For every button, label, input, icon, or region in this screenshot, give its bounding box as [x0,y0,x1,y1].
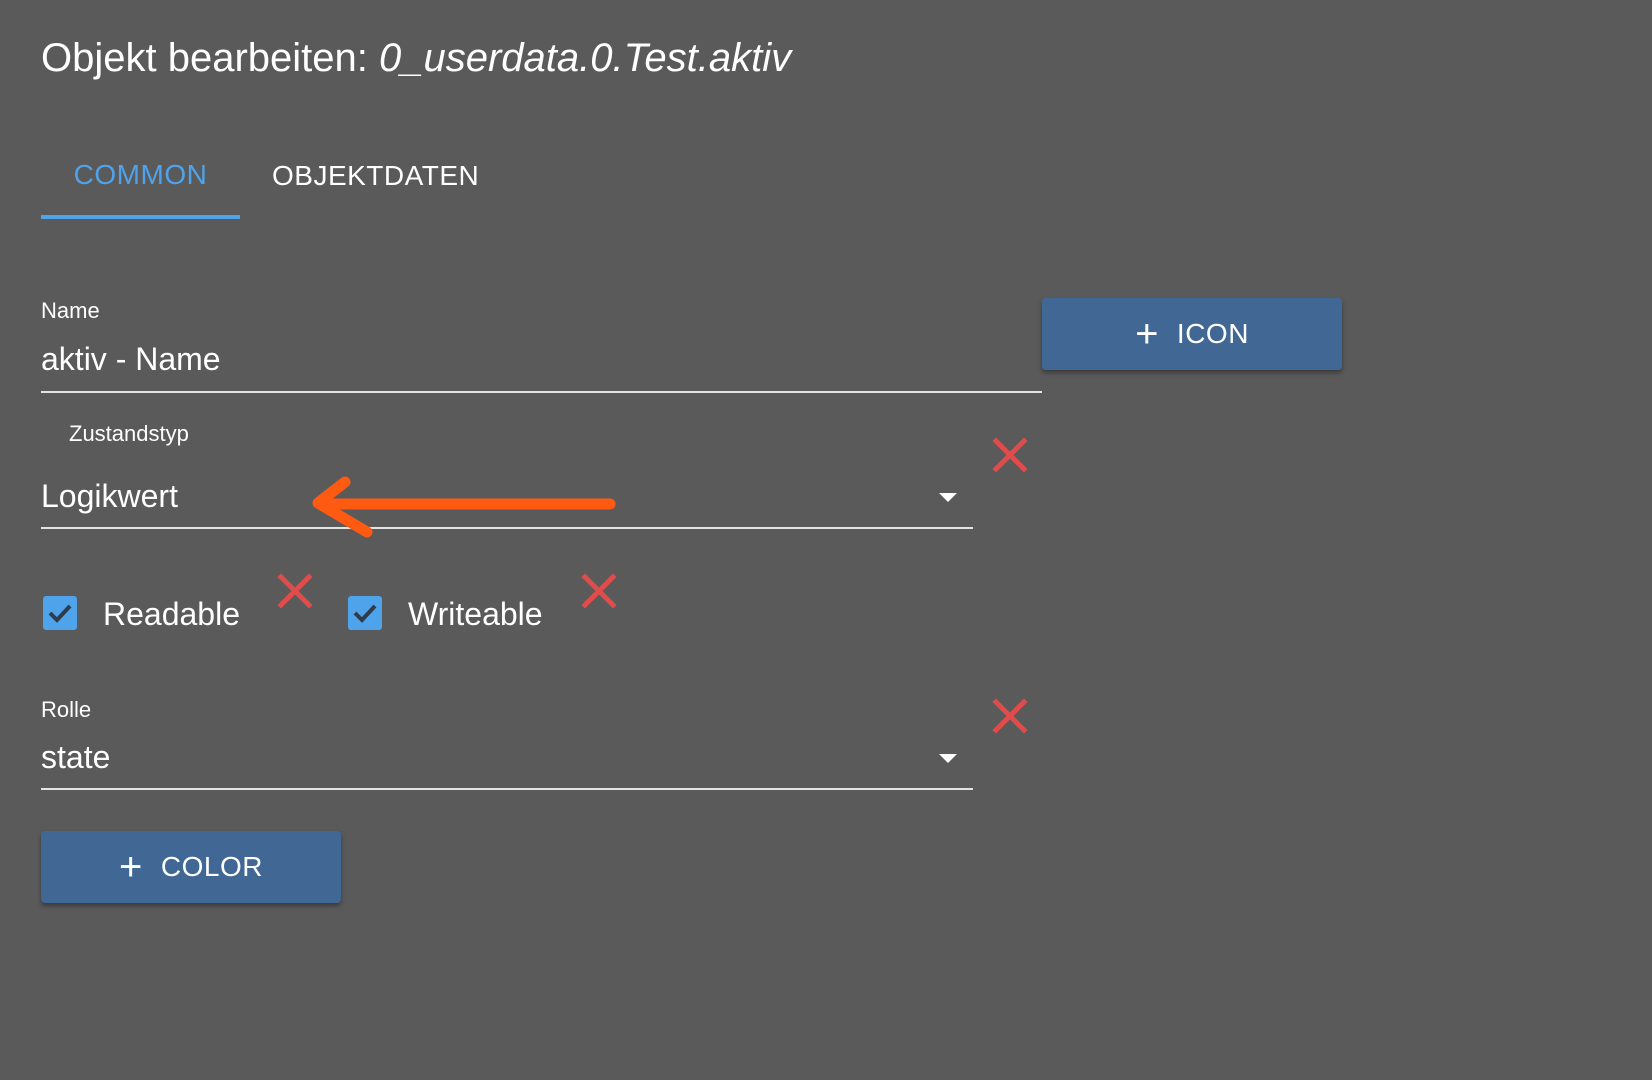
role-label: Rolle [41,697,92,722]
object-id: 0_userdata.0.Test.aktiv [379,36,792,80]
dialog-title-prefix: Objekt bearbeiten: [41,36,379,80]
add-icon-button[interactable]: + ICON [1042,298,1342,370]
add-color-button-label: COLOR [160,851,263,882]
plus-icon: + [119,845,143,889]
role-value[interactable]: state [41,739,110,776]
state-type-label: Zustandstyp [69,421,189,446]
writeable-checkbox[interactable] [348,596,382,630]
add-color-button[interactable]: + COLOR [41,831,341,903]
clear-state-type-close-icon[interactable] [992,437,1028,473]
role-underline [41,788,973,790]
readable-checkbox[interactable] [43,596,77,630]
clear-readable-close-icon[interactable] [277,573,313,609]
name-field-label: Name [41,298,100,323]
writeable-label: Writeable [408,596,543,632]
add-icon-button-label: ICON [1176,318,1249,349]
name-field-value[interactable]: aktiv - Name [41,341,221,378]
tab-common[interactable]: COMMON [41,135,240,219]
caret-down-icon[interactable] [939,493,957,502]
tab-objektdaten[interactable]: OBJEKTDATEN [240,135,511,217]
caret-down-icon[interactable] [939,754,957,763]
checkmark-icon [353,604,377,623]
state-type-value[interactable]: Logikwert [41,478,178,515]
dialog-title: Objekt bearbeiten: 0_userdata.0.Test.akt… [41,34,791,82]
object-edit-dialog: Objekt bearbeiten: 0_userdata.0.Test.akt… [0,0,1652,1080]
tab-bar: COMMON OBJEKTDATEN [41,135,511,219]
clear-role-close-icon[interactable] [992,698,1028,734]
clear-writeable-close-icon[interactable] [581,573,617,609]
checkmark-icon [48,604,72,623]
state-type-underline [41,527,973,529]
name-field-underline [41,391,1042,393]
plus-icon: + [1135,312,1159,356]
readable-label: Readable [103,596,240,632]
